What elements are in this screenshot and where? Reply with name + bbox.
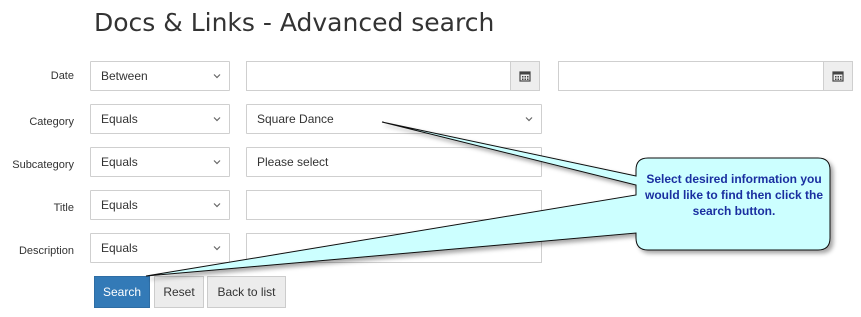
- callout-shape: [145, 121, 831, 277]
- callout-text: Select desired information you would lik…: [644, 172, 823, 218]
